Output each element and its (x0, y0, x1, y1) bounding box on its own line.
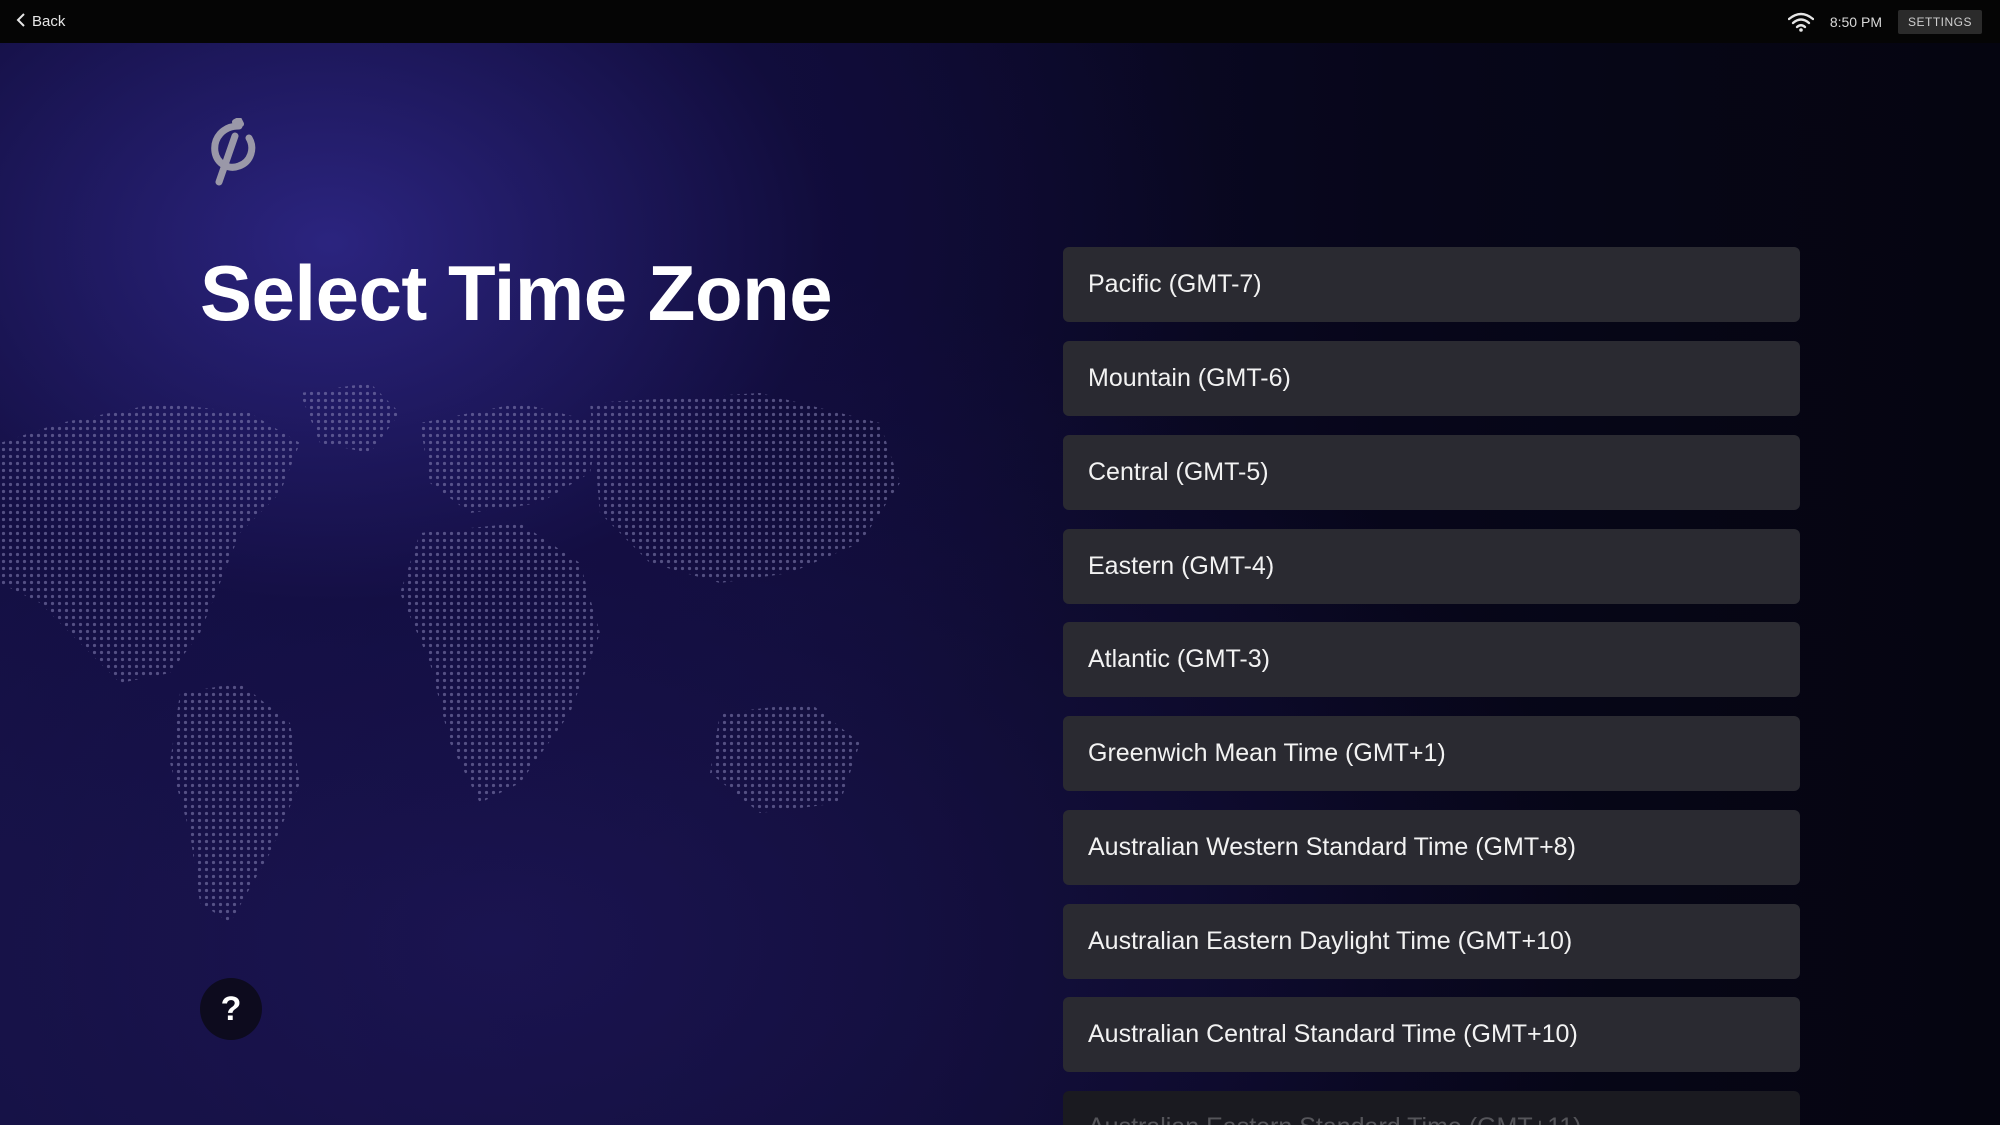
timezone-item-greenwich[interactable]: Greenwich Mean Time (GMT+1) (1063, 716, 1800, 791)
timezone-item-pacific[interactable]: Pacific (GMT-7) (1063, 247, 1800, 322)
timezone-item-australian-central[interactable]: Australian Central Standard Time (GMT+10… (1063, 997, 1800, 1072)
timezone-item-eastern[interactable]: Eastern (GMT-4) (1063, 529, 1800, 604)
help-button[interactable]: ? (200, 978, 262, 1040)
timezone-item-mountain[interactable]: Mountain (GMT-6) (1063, 341, 1800, 416)
world-map-icon (0, 383, 900, 923)
timezone-item-atlantic[interactable]: Atlantic (GMT-3) (1063, 622, 1800, 697)
timezone-item-australian-eastern-standard[interactable]: Australian Eastern Standard Time (GMT+11… (1063, 1091, 1800, 1125)
chevron-left-icon (16, 12, 26, 31)
status-right: 8:50 PM SETTINGS (1787, 0, 1982, 43)
status-bar: Back 8:50 PM SETTINGS (0, 0, 2000, 43)
screen: Back 8:50 PM SETTINGS Select Time Zone ?… (0, 0, 2000, 1125)
timezone-list[interactable]: Pacific (GMT-7) Mountain (GMT-6) Central… (1063, 247, 1800, 1125)
timezone-item-australian-western[interactable]: Australian Western Standard Time (GMT+8) (1063, 810, 1800, 885)
back-label: Back (32, 13, 66, 30)
peloton-logo-icon (205, 118, 261, 186)
wifi-icon (1787, 12, 1814, 32)
clock: 8:50 PM (1829, 13, 1882, 30)
page-title: Select Time Zone (200, 249, 833, 337)
back-button[interactable]: Back (16, 0, 65, 43)
timezone-item-central[interactable]: Central (GMT-5) (1063, 435, 1800, 510)
settings-button[interactable]: SETTINGS (1897, 9, 1982, 34)
timezone-item-australian-eastern-daylight[interactable]: Australian Eastern Daylight Time (GMT+10… (1063, 904, 1800, 979)
